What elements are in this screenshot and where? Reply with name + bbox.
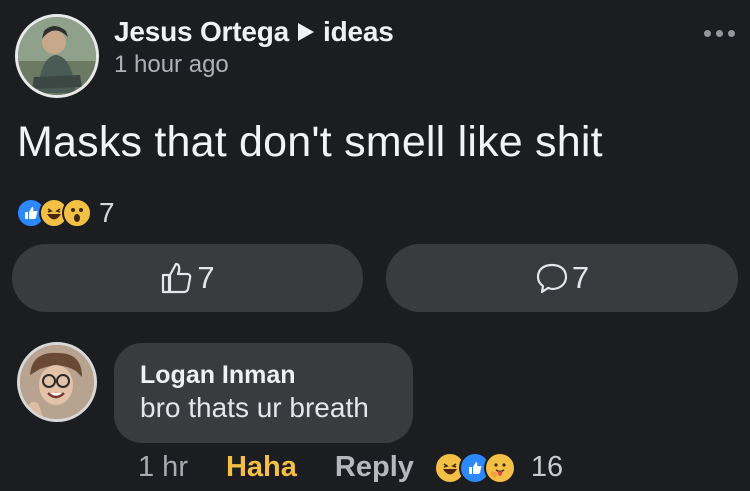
post-author-name[interactable]: Jesus Ortega	[114, 16, 289, 48]
comment-bubble-icon	[536, 263, 567, 294]
comment-bubble[interactable]: Logan Inman bro thats ur breath	[114, 343, 413, 443]
comment-reaction-count: 16	[530, 451, 564, 483]
wow-reaction-icon	[62, 198, 92, 228]
comment-author-name[interactable]: Logan Inman	[140, 361, 413, 389]
post-group-name[interactable]: ideas	[323, 16, 394, 48]
like-count: 7	[197, 260, 215, 295]
comment-text: bro thats ur breath	[140, 392, 369, 423]
post-timestamp[interactable]: 1 hour ago	[114, 52, 394, 78]
post-header: Jesus Ortega ideas 1 hour ago	[114, 16, 394, 78]
reaction-icons	[16, 198, 92, 228]
comment-meta: 1 hr Haha Reply 16	[138, 451, 563, 484]
comment-reaction-icons[interactable]	[433, 451, 516, 484]
comment-timestamp[interactable]: 1 hr	[138, 451, 188, 484]
post-text: Masks that don't smell like shit	[17, 118, 603, 166]
author-line: Jesus Ortega ideas	[114, 16, 394, 48]
haha-reaction-button[interactable]: Haha	[226, 451, 297, 484]
comment-count: 7	[571, 260, 590, 295]
thumbs-up-icon	[162, 262, 192, 294]
care-reaction-icon	[483, 451, 516, 484]
comment-button[interactable]: 7	[386, 244, 738, 312]
post-author-avatar[interactable]	[15, 14, 99, 98]
like-button[interactable]: 7	[12, 244, 363, 312]
post-reaction-summary[interactable]: 7	[16, 197, 115, 229]
post-reaction-count: 7	[99, 197, 115, 228]
more-options-icon[interactable]	[704, 30, 735, 37]
reply-button[interactable]: Reply	[335, 451, 414, 484]
play-arrow-icon	[297, 22, 315, 42]
comment-author-avatar[interactable]	[17, 342, 97, 422]
